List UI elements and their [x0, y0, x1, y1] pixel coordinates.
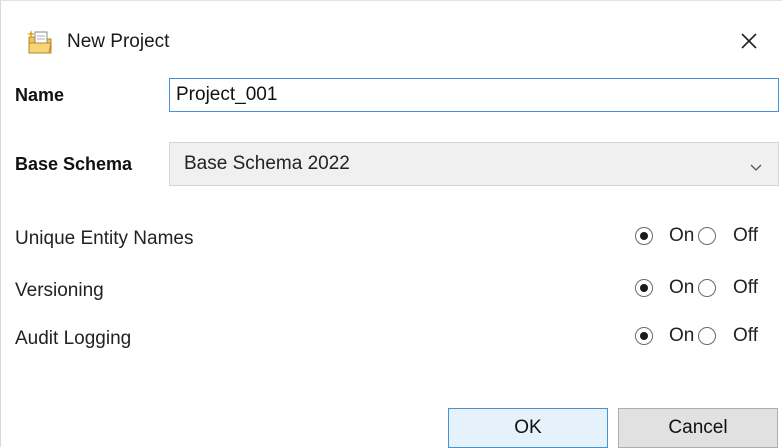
radio-off-label: Off: [733, 325, 758, 346]
option-label-versioning: Versioning: [15, 280, 104, 301]
radio-off-label: Off: [733, 277, 758, 298]
new-project-icon: [27, 29, 57, 55]
radio-off-audit-logging[interactable]: [698, 327, 716, 345]
close-button[interactable]: [729, 23, 769, 63]
radio-off-label: Off: [733, 225, 758, 246]
option-label-audit-logging: Audit Logging: [15, 328, 132, 349]
radio-on-label: On: [669, 225, 695, 246]
cancel-button[interactable]: Cancel: [618, 408, 778, 448]
name-label: Name: [15, 85, 65, 105]
radio-on-label: On: [669, 325, 695, 346]
ok-button[interactable]: OK: [448, 408, 608, 448]
option-label-unique-entity-names: Unique Entity Names: [15, 228, 194, 249]
dialog-titlebar: New Project: [1, 1, 782, 61]
base-schema-label: Base Schema: [15, 154, 133, 174]
radio-on-versioning[interactable]: [635, 279, 653, 297]
base-schema-select[interactable]: Base Schema 2022: [169, 142, 779, 186]
radio-off-versioning[interactable]: [698, 279, 716, 297]
name-input[interactable]: [169, 78, 779, 112]
close-icon: [740, 32, 758, 55]
radio-off-unique-entity-names[interactable]: [698, 227, 716, 245]
new-project-dialog: New Project Name Base Schema Base Schema…: [0, 0, 782, 448]
base-schema-value: Base Schema 2022: [184, 153, 350, 174]
radio-on-unique-entity-names[interactable]: [635, 227, 653, 245]
chevron-down-icon: [750, 159, 762, 171]
dialog-title: New Project: [67, 31, 170, 52]
radio-on-audit-logging[interactable]: [635, 327, 653, 345]
radio-on-label: On: [669, 277, 695, 298]
